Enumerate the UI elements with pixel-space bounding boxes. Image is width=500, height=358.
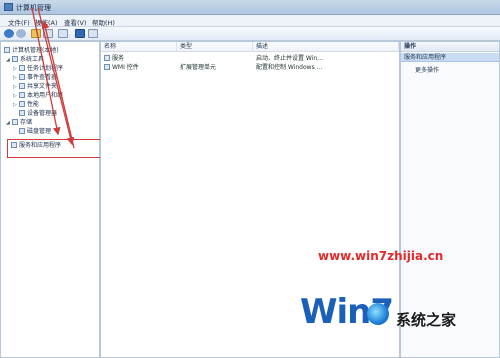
watermark-logo-cn: 系统之家 (396, 311, 457, 329)
windows-orb-icon (367, 303, 389, 325)
arrow-line (37, 7, 75, 146)
annotation-arrows (31, 7, 75, 149)
watermark-url: www.win7zhijia.cn (318, 249, 444, 263)
